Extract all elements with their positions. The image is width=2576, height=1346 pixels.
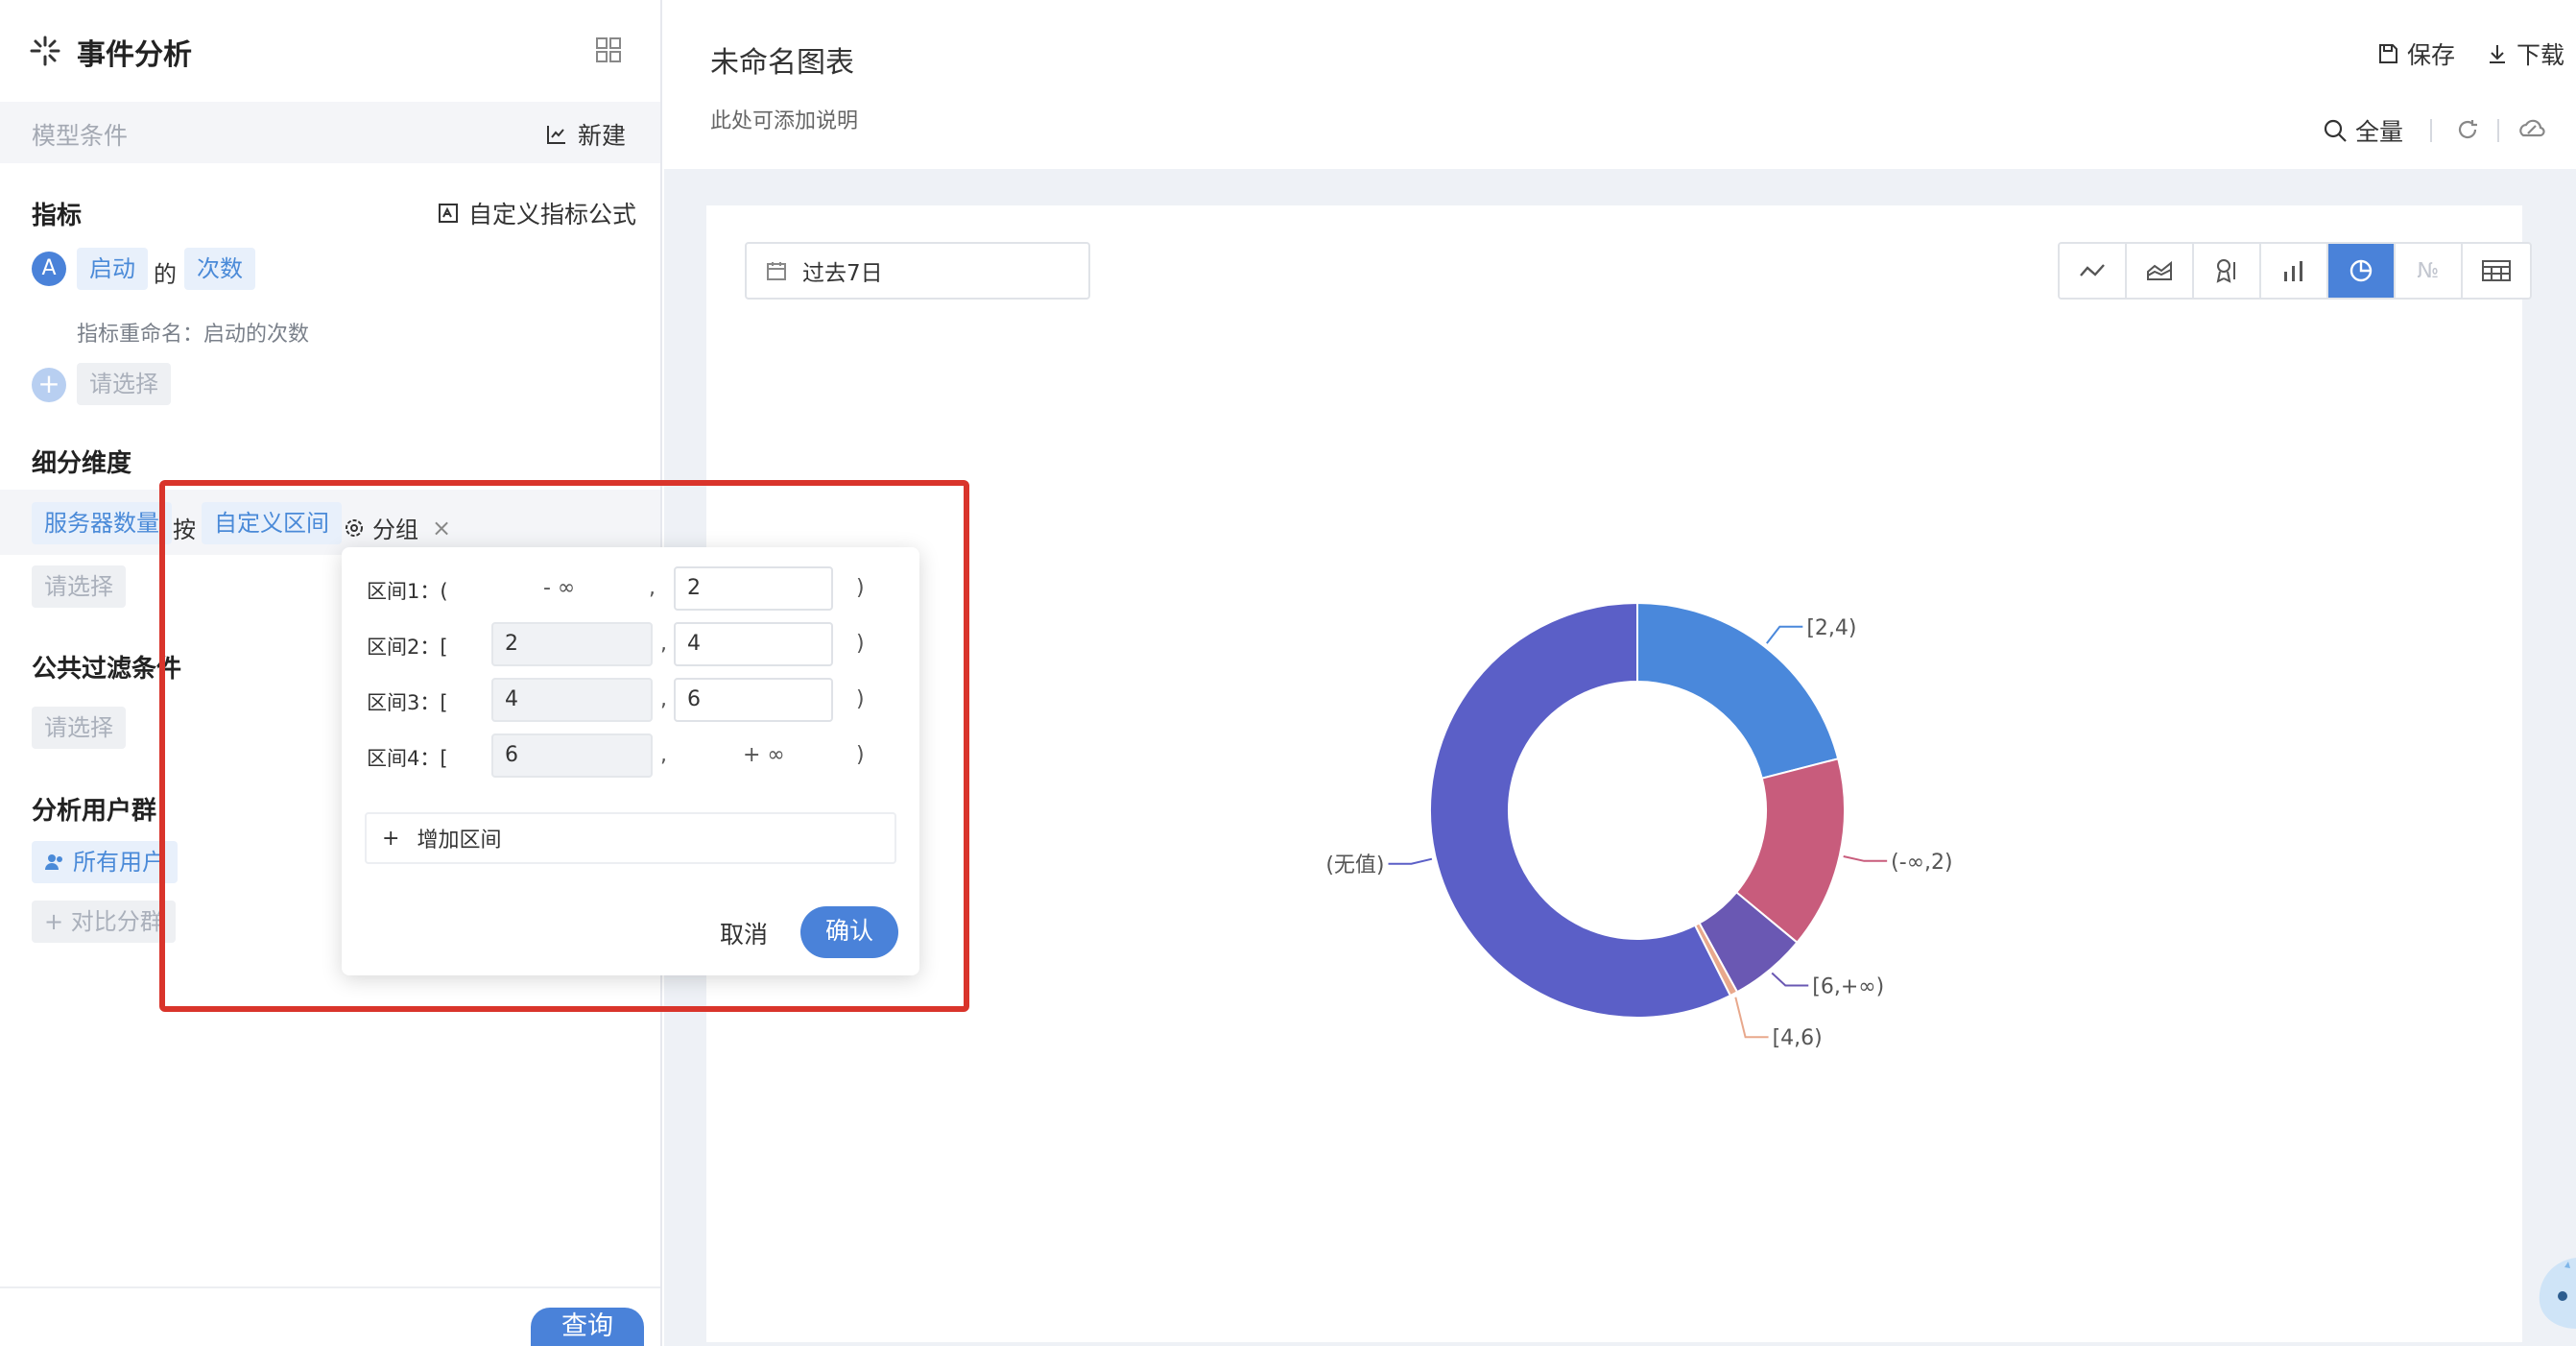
metric-event-tag[interactable]: 启动 <box>77 248 148 290</box>
range-3-label: 区间3：[ <box>367 691 448 714</box>
range-close-bracket: ) <box>856 632 865 656</box>
range-close-bracket: ) <box>856 576 865 600</box>
range-comma: , <box>660 743 667 767</box>
divider <box>0 1286 660 1288</box>
leader-line <box>1766 625 1803 644</box>
leader-line <box>1388 857 1433 865</box>
filters-title: 公共过滤条件 <box>32 655 182 684</box>
custom-formula-label: 自定义指标公式 <box>468 201 637 228</box>
add-filter-select[interactable]: 请选择 <box>32 707 126 749</box>
breakdown-mode-tag[interactable]: 自定义区间 <box>202 502 342 544</box>
assistant-mascot-icon[interactable] <box>2530 1248 2576 1344</box>
range-2-label: 区间2：[ <box>367 636 448 659</box>
formula-icon <box>438 203 459 224</box>
query-button[interactable]: 查询 <box>531 1308 644 1346</box>
panel-title: 事件分析 <box>77 38 192 72</box>
add-range-label: 增加区间 <box>417 829 502 853</box>
metric-badge: A <box>32 252 66 286</box>
slice-label: (-∞,2) <box>1891 851 1952 875</box>
cancel-button[interactable]: 取消 <box>720 916 768 950</box>
metric-measure-tag[interactable]: 次数 <box>184 248 255 290</box>
gear-icon <box>344 517 365 539</box>
range-comma: , <box>660 687 667 711</box>
range-comma: , <box>660 632 667 656</box>
new-button[interactable]: 新建 <box>545 117 626 152</box>
model-condition-label: 模型条件 <box>32 122 129 150</box>
donut-chart: [2,4) (-∞,2) [6,+∞) [4,6) (无值) <box>1325 601 1953 1050</box>
add-metric-button[interactable]: + <box>32 368 66 402</box>
plus-icon: + <box>382 826 400 851</box>
range-comma: , <box>649 576 656 600</box>
breakdown-property-tag[interactable]: 服务器数量 <box>32 502 172 544</box>
metric-rename[interactable]: 指标重命名：启动的次数 <box>77 317 309 348</box>
range-1-from: - ∞ <box>543 576 576 600</box>
custom-formula-link[interactable]: 自定义指标公式 <box>438 196 636 230</box>
range-4-from-input: 6 <box>491 733 653 778</box>
leader-line <box>1771 972 1809 987</box>
slice-label: (无值) <box>1325 853 1384 877</box>
slice-label: [2,4) <box>1806 616 1856 640</box>
user-icon <box>44 852 65 873</box>
metric-of-text: 的 <box>154 261 177 288</box>
grid-icon[interactable] <box>595 36 622 63</box>
range-3-from-input: 4 <box>491 678 653 722</box>
range-2-to-input[interactable]: 4 <box>674 622 833 666</box>
group-setting[interactable]: 分组 × <box>344 511 451 544</box>
range-1-label: 区间1：( <box>367 580 448 603</box>
new-button-label: 新建 <box>577 122 626 150</box>
all-users-label: 所有用户 <box>73 849 165 876</box>
user-group-title: 分析用户群 <box>32 797 157 826</box>
slice-label: [6,+∞) <box>1812 974 1884 998</box>
leader-line <box>1843 855 1888 862</box>
panel-header: 事件分析 <box>0 0 662 102</box>
range-3-to-input[interactable]: 6 <box>674 678 833 722</box>
slice-label: [4,6) <box>1773 1026 1823 1050</box>
add-range-button[interactable]: + 增加区间 <box>365 812 896 864</box>
chart-area: 未命名图表 此处可添加说明 保存 下载 全量 过去7日 № [2,4) (-∞,… <box>664 0 2576 1346</box>
range-4-label: 区间4：[ <box>367 747 448 770</box>
plus-icon: + <box>44 908 71 935</box>
compare-group-button[interactable]: + 对比分群 <box>32 901 176 943</box>
model-condition-bar: 模型条件 新建 <box>0 102 660 163</box>
compare-group-label: 对比分群 <box>70 908 163 935</box>
range-close-bracket: ) <box>856 743 865 767</box>
range-2-from-input: 2 <box>491 622 653 666</box>
close-icon[interactable]: × <box>432 515 451 541</box>
breakdown-title: 细分维度 <box>32 449 132 478</box>
range-4-to: + ∞ <box>743 743 785 767</box>
add-breakdown-select[interactable]: 请选择 <box>32 565 126 608</box>
group-label: 分组 <box>372 517 418 543</box>
all-users-tag[interactable]: 所有用户 <box>32 841 178 883</box>
leader-line <box>1734 997 1769 1039</box>
metrics-title: 指标 <box>32 202 83 230</box>
breakdown-by-text: 按 <box>173 517 196 543</box>
new-chart-icon <box>545 123 568 146</box>
range-1-to-input[interactable]: 2 <box>674 566 833 611</box>
add-metric-select[interactable]: 请选择 <box>77 363 171 405</box>
custom-range-popover: 区间1：( - ∞ , 2 ) 区间2：[ 2 , 4 ) 区间3：[ 4 , … <box>342 547 919 975</box>
sparkle-logo-icon <box>29 35 61 67</box>
range-close-bracket: ) <box>856 687 865 711</box>
confirm-button[interactable]: 确认 <box>800 906 898 958</box>
